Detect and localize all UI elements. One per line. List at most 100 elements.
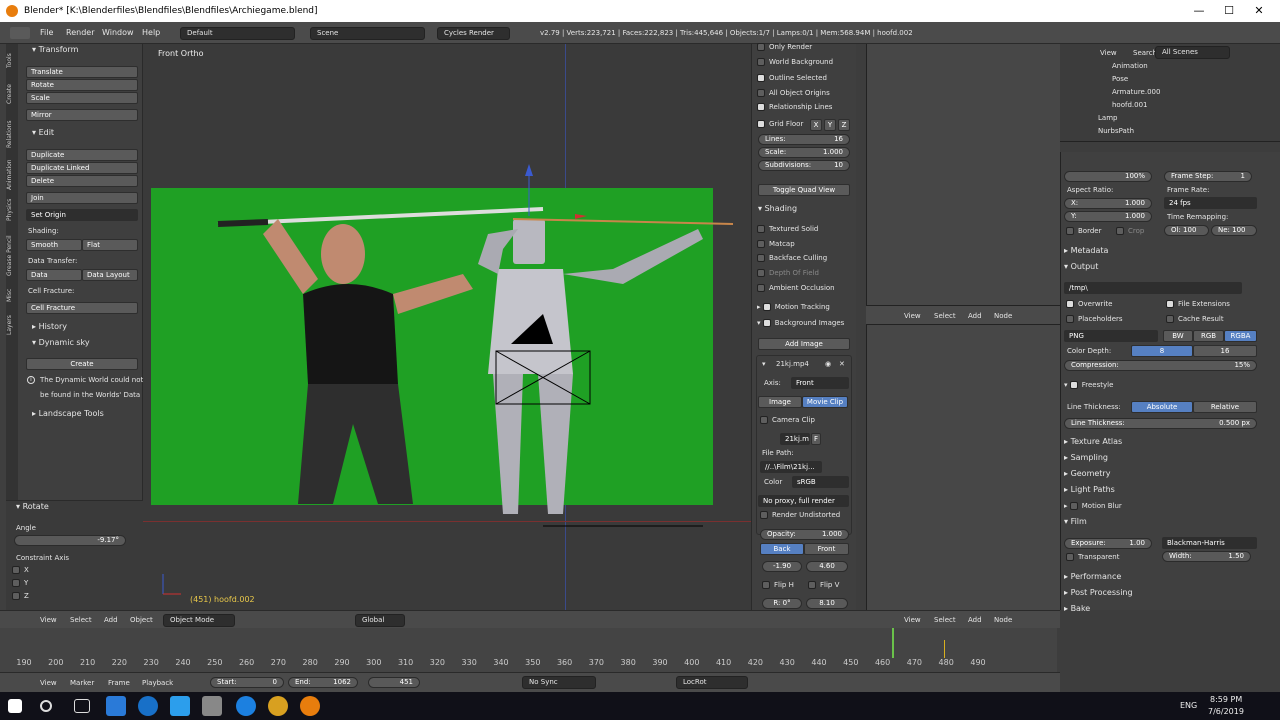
tab-tools[interactable]: Tools bbox=[6, 48, 18, 74]
color-depth-8-button[interactable]: 8 bbox=[1131, 345, 1193, 357]
tab-animation[interactable]: Animation bbox=[6, 152, 18, 198]
relationship-lines-checkbox[interactable] bbox=[757, 103, 765, 111]
chrome-icon[interactable] bbox=[268, 696, 288, 716]
relationship-lines-option[interactable]: Relationship Lines bbox=[757, 101, 832, 114]
flip-h-option[interactable]: Flip H bbox=[762, 579, 794, 592]
panel-history-header[interactable]: ▸ History bbox=[22, 320, 67, 334]
world-background-option[interactable]: World Background bbox=[757, 56, 833, 69]
tab-grease-pencil[interactable]: Grease Pencil bbox=[6, 230, 18, 282]
flip-h-checkbox[interactable] bbox=[762, 581, 770, 589]
view3d-view-menu[interactable]: View bbox=[40, 611, 57, 629]
duplicate-button[interactable]: Duplicate bbox=[26, 149, 138, 161]
tab-misc[interactable]: Misc bbox=[6, 284, 18, 306]
interaction-mode-dropdown[interactable]: Object Mode bbox=[163, 614, 235, 627]
timeline-view-menu[interactable]: View bbox=[40, 673, 57, 691]
search-icon[interactable] bbox=[40, 700, 52, 712]
tab-create[interactable]: Create bbox=[6, 78, 18, 110]
clip-fake-user-button[interactable]: F bbox=[811, 433, 821, 445]
clock-time[interactable]: 8:59 PM bbox=[1210, 695, 1242, 704]
clock-date[interactable]: 7/6/2019 bbox=[1208, 707, 1244, 716]
data-layout-button[interactable]: Data Layout bbox=[82, 269, 138, 281]
time-remap-old-field[interactable]: Ol: 100 bbox=[1164, 225, 1209, 236]
color-space-dropdown[interactable]: sRGB bbox=[792, 476, 849, 488]
line-thickness-field[interactable]: Line Thickness: 0.500 px bbox=[1064, 418, 1257, 429]
transparent-checkbox[interactable] bbox=[1066, 553, 1074, 561]
pixel-filter-dropdown[interactable]: Blackman-Harris bbox=[1162, 537, 1257, 549]
cache-result-checkbox[interactable] bbox=[1166, 315, 1174, 323]
transparent-option[interactable]: Transparent bbox=[1066, 551, 1119, 564]
layout-select[interactable]: Default bbox=[180, 27, 295, 40]
shading-panel-header[interactable]: ▾ Shading bbox=[752, 202, 797, 216]
menu-help[interactable]: Help bbox=[142, 22, 160, 44]
outline-selected-option[interactable]: Outline Selected bbox=[757, 72, 827, 85]
sampling-panel-header[interactable]: ▸ Sampling bbox=[1064, 451, 1108, 465]
node-lower-view-menu[interactable]: View bbox=[904, 611, 921, 629]
outliner-item-pose[interactable]: Pose bbox=[1112, 75, 1128, 83]
ambient-occlusion-checkbox[interactable] bbox=[757, 284, 765, 292]
tab-relations[interactable]: Relations bbox=[6, 112, 18, 156]
panel-edit-header[interactable]: ▾ Edit bbox=[22, 126, 54, 140]
outliner-search-menu[interactable]: Search bbox=[1133, 44, 1157, 62]
constraint-x-checkbox[interactable] bbox=[12, 566, 20, 574]
minimize-button[interactable]: — bbox=[1184, 0, 1214, 22]
cell-fracture-button[interactable]: Cell Fracture bbox=[26, 302, 138, 314]
constraint-x[interactable]: X bbox=[12, 564, 29, 577]
resolution-percent-field[interactable]: 100% bbox=[1064, 171, 1152, 182]
frame-step-field[interactable]: Frame Step: 1 bbox=[1164, 171, 1252, 182]
light-paths-panel-header[interactable]: ▸ Light Paths bbox=[1064, 483, 1115, 497]
textured-solid-option[interactable]: Textured Solid bbox=[757, 223, 818, 236]
textured-solid-checkbox[interactable] bbox=[757, 225, 765, 233]
texture-atlas-panel-header[interactable]: ▸ Texture Atlas bbox=[1064, 435, 1122, 449]
eye-icon[interactable]: ◉ bbox=[825, 360, 831, 368]
scale-button[interactable]: Scale bbox=[26, 92, 138, 104]
toggle-quad-view-button[interactable]: Toggle Quad View bbox=[758, 184, 850, 196]
outliner-view-menu[interactable]: View bbox=[1100, 44, 1117, 62]
placeholders-checkbox[interactable] bbox=[1066, 315, 1074, 323]
timeline-frame-menu[interactable]: Frame bbox=[108, 673, 130, 691]
delete-button[interactable]: Delete bbox=[26, 175, 138, 187]
mirror-button[interactable]: Mirror bbox=[26, 109, 138, 121]
view3d-add-menu[interactable]: Add bbox=[104, 611, 118, 629]
image-source-button[interactable]: Image bbox=[758, 396, 802, 408]
film-panel-header[interactable]: ▾ Film bbox=[1064, 515, 1087, 529]
node-view-menu[interactable]: View bbox=[904, 306, 921, 324]
frame-rate-dropdown[interactable]: 24 fps bbox=[1164, 197, 1257, 209]
overwrite-checkbox[interactable] bbox=[1066, 300, 1074, 308]
constraint-z[interactable]: Z bbox=[12, 590, 29, 603]
timeline-marker-menu[interactable]: Marker bbox=[70, 673, 94, 691]
only-render-checkbox[interactable] bbox=[757, 43, 765, 51]
output-path-field[interactable]: /tmp\ bbox=[1064, 282, 1242, 294]
grid-y-toggle[interactable]: Y bbox=[824, 119, 836, 131]
windows-start-icon[interactable] bbox=[8, 699, 22, 713]
current-frame-field[interactable]: 451 bbox=[368, 677, 420, 688]
app-icon-3[interactable] bbox=[202, 696, 222, 716]
freestyle-checkbox[interactable] bbox=[1069, 381, 1078, 389]
view3d-select-menu[interactable]: Select bbox=[70, 611, 92, 629]
exposure-field[interactable]: Exposure: 1.00 bbox=[1064, 538, 1152, 549]
angle-field[interactable]: -9.17° bbox=[14, 535, 126, 546]
filter-width-field[interactable]: Width: 1.50 bbox=[1162, 551, 1251, 562]
tab-layers[interactable]: Layers bbox=[6, 310, 18, 340]
all-object-origins-checkbox[interactable] bbox=[757, 89, 765, 97]
time-remap-new-field[interactable]: Ne: 100 bbox=[1211, 225, 1257, 236]
flip-v-checkbox[interactable] bbox=[808, 581, 816, 589]
current-frame-marker[interactable] bbox=[892, 628, 894, 658]
background-images-panel-header[interactable]: ▾ Background Images bbox=[757, 317, 844, 330]
operator-header[interactable]: ▾ Rotate bbox=[6, 500, 49, 514]
file-format-dropdown[interactable]: PNG bbox=[1064, 330, 1158, 342]
aspect-y-field[interactable]: Y: 1.000 bbox=[1064, 211, 1152, 222]
end-frame-field[interactable]: End: 1062 bbox=[288, 677, 358, 688]
transform-orientation-dropdown[interactable]: Global bbox=[355, 614, 405, 627]
set-origin-dropdown[interactable]: Set Origin bbox=[26, 209, 138, 221]
size-field[interactable]: 8.10 bbox=[806, 598, 848, 609]
outliner-item-animation[interactable]: Animation bbox=[1112, 62, 1148, 70]
overwrite-option[interactable]: Overwrite bbox=[1066, 298, 1112, 311]
grid-floor-checkbox[interactable] bbox=[757, 120, 765, 128]
cache-result-option[interactable]: Cache Result bbox=[1166, 313, 1224, 326]
file-extensions-checkbox[interactable] bbox=[1166, 300, 1174, 308]
translate-button[interactable]: Translate bbox=[26, 66, 138, 78]
blender-taskbar-icon[interactable] bbox=[300, 696, 320, 716]
color-bw-button[interactable]: BW bbox=[1163, 330, 1193, 342]
sync-mode-dropdown[interactable]: No Sync bbox=[522, 676, 596, 689]
opacity-field[interactable]: Opacity: 1.000 bbox=[760, 529, 849, 540]
